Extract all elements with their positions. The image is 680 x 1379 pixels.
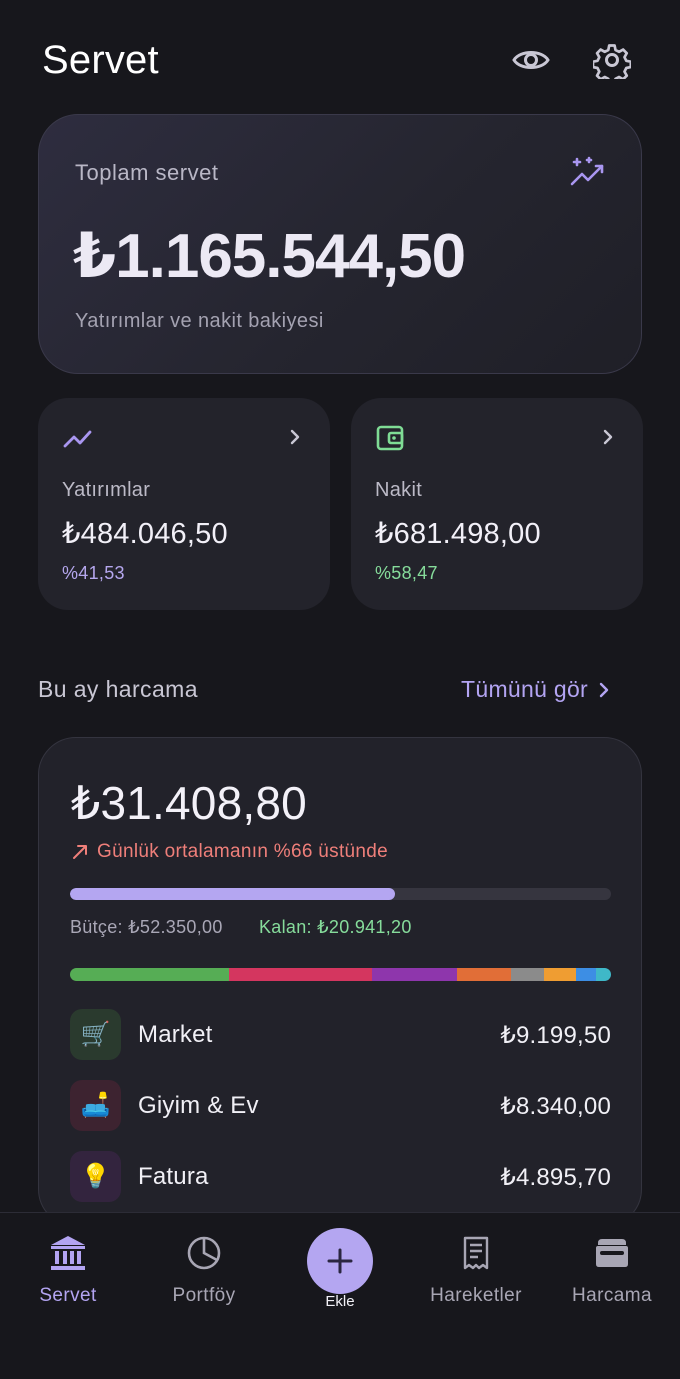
nav-label: Hareketler [430, 1285, 522, 1306]
nav-item-portfoy[interactable]: Portföy [136, 1233, 272, 1307]
total-wealth-card: Toplam servet ₺1.165.544,50 Yatırımlar v… [38, 114, 642, 374]
spending-section-title: Bu ay harcama [38, 676, 198, 702]
wallet-icon [376, 425, 404, 451]
category-mix-segment [544, 968, 576, 981]
couch-icon: 🛋️ [70, 1080, 121, 1131]
category-mix-segment [575, 968, 597, 981]
nav-label: Portföy [172, 1285, 236, 1306]
add-button[interactable] [307, 1228, 373, 1294]
eye-icon [512, 51, 550, 69]
settings-button[interactable] [590, 38, 634, 82]
nav-item-hareketler[interactable]: Hareketler [408, 1233, 544, 1307]
plus-icon [327, 1248, 353, 1274]
monthly-spending-card[interactable]: ₺31.408,80 Günlük ortalamanın %66 üstünd… [38, 737, 642, 1227]
category-mix-segment [228, 968, 373, 981]
receipt-icon [463, 1236, 489, 1270]
chevron-right-icon [599, 682, 609, 697]
sparkle-chart-icon [570, 156, 604, 186]
chevron-right-icon [603, 429, 613, 445]
cash-percent: %58,47 [375, 563, 438, 583]
add-button-label: Ekle [325, 1293, 355, 1310]
header: Servet [0, 0, 680, 120]
page-title: Servet [42, 38, 159, 82]
total-wealth-subtitle: Yatırımlar ve nakit bakiyesi [75, 310, 324, 332]
nav-item-servet[interactable]: Servet [0, 1233, 136, 1307]
gear-icon [593, 44, 631, 79]
cash-value: ₺681.498,00 [375, 518, 541, 550]
light-bulb-icon: 💡 [70, 1151, 121, 1202]
category-name: Giyim & Ev [138, 1092, 259, 1119]
investments-label: Yatırımlar [62, 479, 151, 501]
pie-chart-icon [187, 1236, 221, 1270]
investments-card[interactable]: Yatırımlar ₺484.046,50 %41,53 [38, 398, 330, 610]
investments-value: ₺484.046,50 [62, 518, 228, 550]
category-amount: ₺8.340,00 [500, 1093, 611, 1120]
category-amount: ₺4.895,70 [500, 1164, 611, 1191]
category-mix-segment [596, 968, 611, 981]
cash-card[interactable]: Nakit ₺681.498,00 %58,47 [351, 398, 643, 610]
cash-label: Nakit [375, 479, 423, 501]
nav-item-harcama[interactable]: Harcama [544, 1233, 680, 1307]
budget-label: Bütçe: ₺52.350,00 [70, 917, 223, 937]
see-all-label: Tümünü gör [461, 676, 589, 702]
remaining-label: Kalan: ₺20.941,20 [259, 917, 412, 937]
category-name: Market [138, 1021, 213, 1048]
chevron-right-icon [290, 429, 300, 445]
budget-progress-bar [70, 888, 611, 900]
category-row-giyim-ev[interactable]: 🛋️ Giyim & Ev ₺8.340,00 [70, 1080, 611, 1132]
category-name: Fatura [138, 1163, 209, 1190]
spending-trend-text: Günlük ortalamanın %66 üstünde [97, 841, 389, 862]
nav-label: Harcama [572, 1285, 652, 1306]
spending-trend: Günlük ortalamanın %66 üstünde [71, 841, 388, 863]
bank-icon [51, 1236, 85, 1270]
shopping-cart-icon: 🛒 [70, 1009, 121, 1060]
category-mix-segment [70, 968, 229, 981]
see-all-link[interactable]: Tümünü gör [461, 676, 610, 703]
wallet-icon [596, 1239, 628, 1267]
category-row-market[interactable]: 🛒 Market ₺9.199,50 [70, 1009, 611, 1061]
total-wealth-label: Toplam servet [75, 160, 219, 185]
monthly-spending-value: ₺31.408,80 [71, 777, 307, 829]
category-mix-bar [70, 968, 611, 981]
investments-percent: %41,53 [62, 563, 125, 583]
total-wealth-value: ₺1.165.544,50 [73, 222, 466, 291]
trend-up-icon [63, 430, 92, 448]
category-row-fatura[interactable]: 💡 Fatura ₺4.895,70 [70, 1151, 611, 1203]
arrow-up-right-icon [73, 845, 87, 859]
category-amount: ₺9.199,50 [500, 1022, 611, 1049]
visibility-toggle-button[interactable] [509, 38, 553, 82]
nav-label: Servet [39, 1285, 97, 1306]
bottom-navigation: Servet Portföy Ekle Hareketler Harcama [0, 1212, 680, 1379]
category-mix-segment [372, 968, 457, 981]
category-mix-segment [456, 968, 511, 981]
category-mix-segment [510, 968, 545, 981]
budget-progress-fill [70, 888, 395, 900]
